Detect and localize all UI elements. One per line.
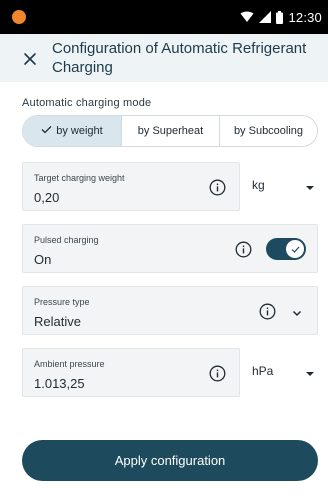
target-weight-field[interactable]: Target charging weight 0,20 bbox=[22, 162, 240, 211]
charging-mode-label: Automatic charging mode bbox=[22, 97, 152, 109]
apply-configuration-button[interactable]: Apply configuration bbox=[22, 440, 318, 481]
pressure-type-select[interactable]: Pressure type Relative bbox=[22, 286, 318, 335]
status-icons: 12:30 bbox=[240, 9, 322, 25]
status-bar: 12:30 bbox=[0, 0, 328, 34]
segment-by-superheat[interactable]: by Superheat bbox=[122, 116, 220, 146]
page-title: Configuration of Automatic Refrigerant C… bbox=[52, 40, 307, 76]
toggle-knob bbox=[286, 240, 304, 258]
segment-label: by weight bbox=[56, 125, 103, 137]
pressure-type-value: Relative bbox=[34, 314, 81, 329]
signal-icon bbox=[259, 11, 272, 23]
pressure-unit-select[interactable]: hPa bbox=[252, 364, 273, 378]
pressure-type-label: Pressure type bbox=[34, 297, 90, 307]
weight-unit-value: kg bbox=[252, 178, 265, 192]
charging-mode-segmented-control: by weight by Superheat by Subcooling bbox=[22, 115, 318, 147]
status-time: 12:30 bbox=[288, 9, 322, 25]
wifi-icon bbox=[240, 11, 254, 23]
chevron-down-icon[interactable] bbox=[306, 186, 314, 190]
target-weight-label: Target charging weight bbox=[34, 173, 125, 183]
pressure-unit-value: hPa bbox=[252, 364, 274, 378]
info-icon[interactable] bbox=[209, 179, 226, 196]
close-icon[interactable] bbox=[20, 49, 40, 69]
target-weight-value: 0,20 bbox=[34, 190, 60, 205]
header-bar: Configuration of Automatic Refrigerant C… bbox=[0, 34, 328, 82]
battery-icon bbox=[276, 10, 284, 24]
chevron-down-icon[interactable] bbox=[306, 372, 314, 376]
info-icon[interactable] bbox=[259, 303, 276, 320]
pulsed-charging-toggle[interactable] bbox=[266, 238, 306, 260]
ambient-pressure-label: Ambient pressure bbox=[34, 359, 105, 369]
ambient-pressure-field[interactable]: Ambient pressure 1.013,25 bbox=[22, 348, 240, 397]
check-icon bbox=[41, 125, 52, 137]
weight-unit-select[interactable]: kg bbox=[252, 178, 265, 192]
info-icon[interactable] bbox=[209, 365, 226, 382]
segment-by-subcooling[interactable]: by Subcooling bbox=[220, 116, 317, 146]
segment-label: by Superheat bbox=[137, 125, 204, 137]
segment-label: by Subcooling bbox=[233, 125, 304, 137]
ambient-pressure-value: 1.013,25 bbox=[34, 376, 85, 391]
segment-by-weight[interactable]: by weight bbox=[23, 116, 122, 146]
chevron-down-icon[interactable] bbox=[291, 306, 303, 318]
info-icon[interactable] bbox=[235, 241, 252, 258]
pulsed-charging-label: Pulsed charging bbox=[34, 235, 99, 245]
app-notification-icon bbox=[12, 10, 26, 24]
pulsed-charging-value: On bbox=[34, 252, 52, 267]
